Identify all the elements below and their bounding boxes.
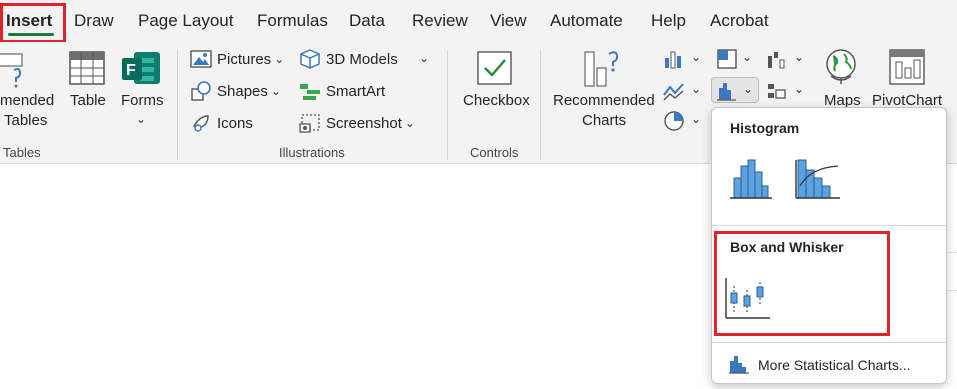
histogram-chart-icon: [717, 83, 736, 101]
line-chart-icon: [663, 83, 684, 101]
group-separator: [540, 50, 541, 160]
line-chart-chevron-icon: ⌄: [691, 82, 702, 96]
checkbox-icon: [477, 51, 512, 85]
icons-button[interactable]: Icons: [190, 110, 253, 136]
smartart-button[interactable]: SmartArt: [299, 78, 385, 104]
pictures-button[interactable]: Pictures ⌄: [190, 46, 284, 72]
pareto-chart-option[interactable]: [794, 156, 842, 204]
svg-text:F: F: [126, 62, 136, 79]
tables-group-label: Tables: [3, 145, 41, 160]
pivotchart-button[interactable]: [888, 48, 926, 86]
pie-chart-icon: [664, 111, 684, 131]
pivotchart-icon: [889, 49, 925, 85]
ribbon-tab-bar: Insert Draw Page Layout Formulas Data Re…: [0, 0, 957, 42]
recommended-charts-button[interactable]: [583, 46, 623, 88]
scatter-chart-icon: [768, 84, 786, 99]
histogram-icon: [730, 159, 772, 199]
statistic-chart-chevron-icon: ⌄: [743, 82, 754, 96]
pie-chart-button[interactable]: ⌄: [663, 110, 703, 134]
column-chart-button[interactable]: ⌄: [663, 48, 703, 72]
recommended-charts-label-1: Recommended: [553, 92, 655, 109]
tab-acrobat[interactable]: Acrobat: [710, 11, 769, 31]
3d-models-chevron-icon[interactable]: ⌄: [419, 51, 429, 65]
shapes-icon: [191, 81, 211, 101]
tab-view[interactable]: View: [490, 11, 527, 31]
screenshot-chevron-icon: ⌄: [404, 116, 415, 130]
forms-chevron-icon[interactable]: ⌄: [136, 112, 146, 126]
tab-draw[interactable]: Draw: [74, 11, 114, 31]
waterfall-chart-chevron-icon: ⌄: [794, 50, 805, 64]
shapes-button[interactable]: Shapes ⌄: [190, 78, 281, 104]
table-icon: [69, 51, 105, 85]
shapes-label: Shapes: [217, 82, 268, 100]
column-chart-icon: [665, 51, 681, 69]
pictures-icon: [190, 50, 212, 68]
icons-label: Icons: [217, 114, 253, 132]
3d-models-button[interactable]: 3D Models: [299, 46, 398, 72]
tab-review[interactable]: Review: [412, 11, 468, 31]
smartart-label: SmartArt: [326, 82, 386, 100]
dropdown-divider: [712, 342, 946, 343]
hierarchy-chart-icon: [717, 49, 737, 69]
waterfall-chart-icon: [768, 52, 785, 69]
scatter-chart-button[interactable]: ⌄: [766, 80, 806, 104]
icons-icon: [193, 115, 209, 132]
tab-formulas[interactable]: Formulas: [257, 11, 328, 31]
screenshot-icon: [299, 114, 320, 133]
recommended-charts-label-2: Charts: [582, 112, 627, 129]
table-button[interactable]: [68, 50, 106, 86]
group-separator: [447, 50, 448, 160]
line-chart-button[interactable]: ⌄: [663, 80, 703, 104]
recommended-pivottables-icon: [0, 53, 23, 88]
tab-page-layout[interactable]: Page Layout: [138, 11, 233, 31]
maps-button[interactable]: [822, 46, 860, 86]
more-statistical-charts-item[interactable]: More Statistical Charts...: [712, 350, 946, 378]
hierarchy-chart-button[interactable]: ⌄: [716, 48, 756, 72]
column-chart-chevron-icon: ⌄: [691, 50, 702, 64]
forms-icon: F: [122, 52, 160, 84]
3d-models-label: 3D Models: [326, 50, 398, 68]
screenshot-label: Screenshot: [326, 114, 402, 132]
recommended-pivottables-button[interactable]: [0, 50, 32, 88]
table-label: Table: [70, 92, 106, 109]
pareto-icon: [795, 159, 840, 199]
tab-data[interactable]: Data: [349, 11, 385, 31]
insert-tab-highlight-box: [0, 3, 66, 43]
pictures-label: Pictures: [217, 50, 272, 68]
3d-cube-icon: [300, 49, 320, 69]
statistic-chart-button[interactable]: ⌄: [711, 77, 759, 103]
shapes-chevron-icon: ⌄: [270, 84, 281, 98]
histogram-header: Histogram: [730, 120, 800, 136]
box-and-whisker-highlight-box: [714, 231, 890, 336]
checkbox-label: Checkbox: [463, 92, 530, 109]
forms-button[interactable]: F: [120, 50, 162, 88]
waterfall-chart-button[interactable]: ⌄: [766, 48, 806, 72]
recommended-charts-icon: [584, 51, 619, 87]
histogram-chart-option[interactable]: [728, 156, 774, 204]
scatter-chart-chevron-icon: ⌄: [794, 82, 805, 96]
tab-automate[interactable]: Automate: [550, 11, 623, 31]
controls-group-label: Controls: [470, 145, 519, 160]
recommended-pivottables-label-2: Tables: [4, 112, 48, 129]
group-separator: [177, 50, 178, 160]
checkbox-button[interactable]: [476, 50, 514, 86]
grid-line: [947, 252, 957, 253]
screenshot-button[interactable]: Screenshot ⌄: [299, 110, 415, 136]
more-statistical-charts-label: More Statistical Charts...: [758, 357, 911, 373]
grid-line: [947, 290, 957, 291]
smartart-icon: [300, 84, 320, 100]
pictures-chevron-icon: ⌄: [274, 52, 285, 66]
dropdown-divider: [712, 225, 946, 226]
pie-chart-chevron-icon: ⌄: [691, 112, 702, 126]
globe-icon: [826, 49, 856, 84]
histogram-small-icon: [729, 356, 749, 374]
illustrations-group-label: Illustrations: [279, 145, 345, 160]
hierarchy-chart-chevron-icon: ⌄: [742, 50, 753, 64]
forms-label: Forms: [121, 92, 164, 109]
tab-help[interactable]: Help: [651, 11, 686, 31]
recommended-pivottables-label-1: mended: [0, 92, 55, 109]
